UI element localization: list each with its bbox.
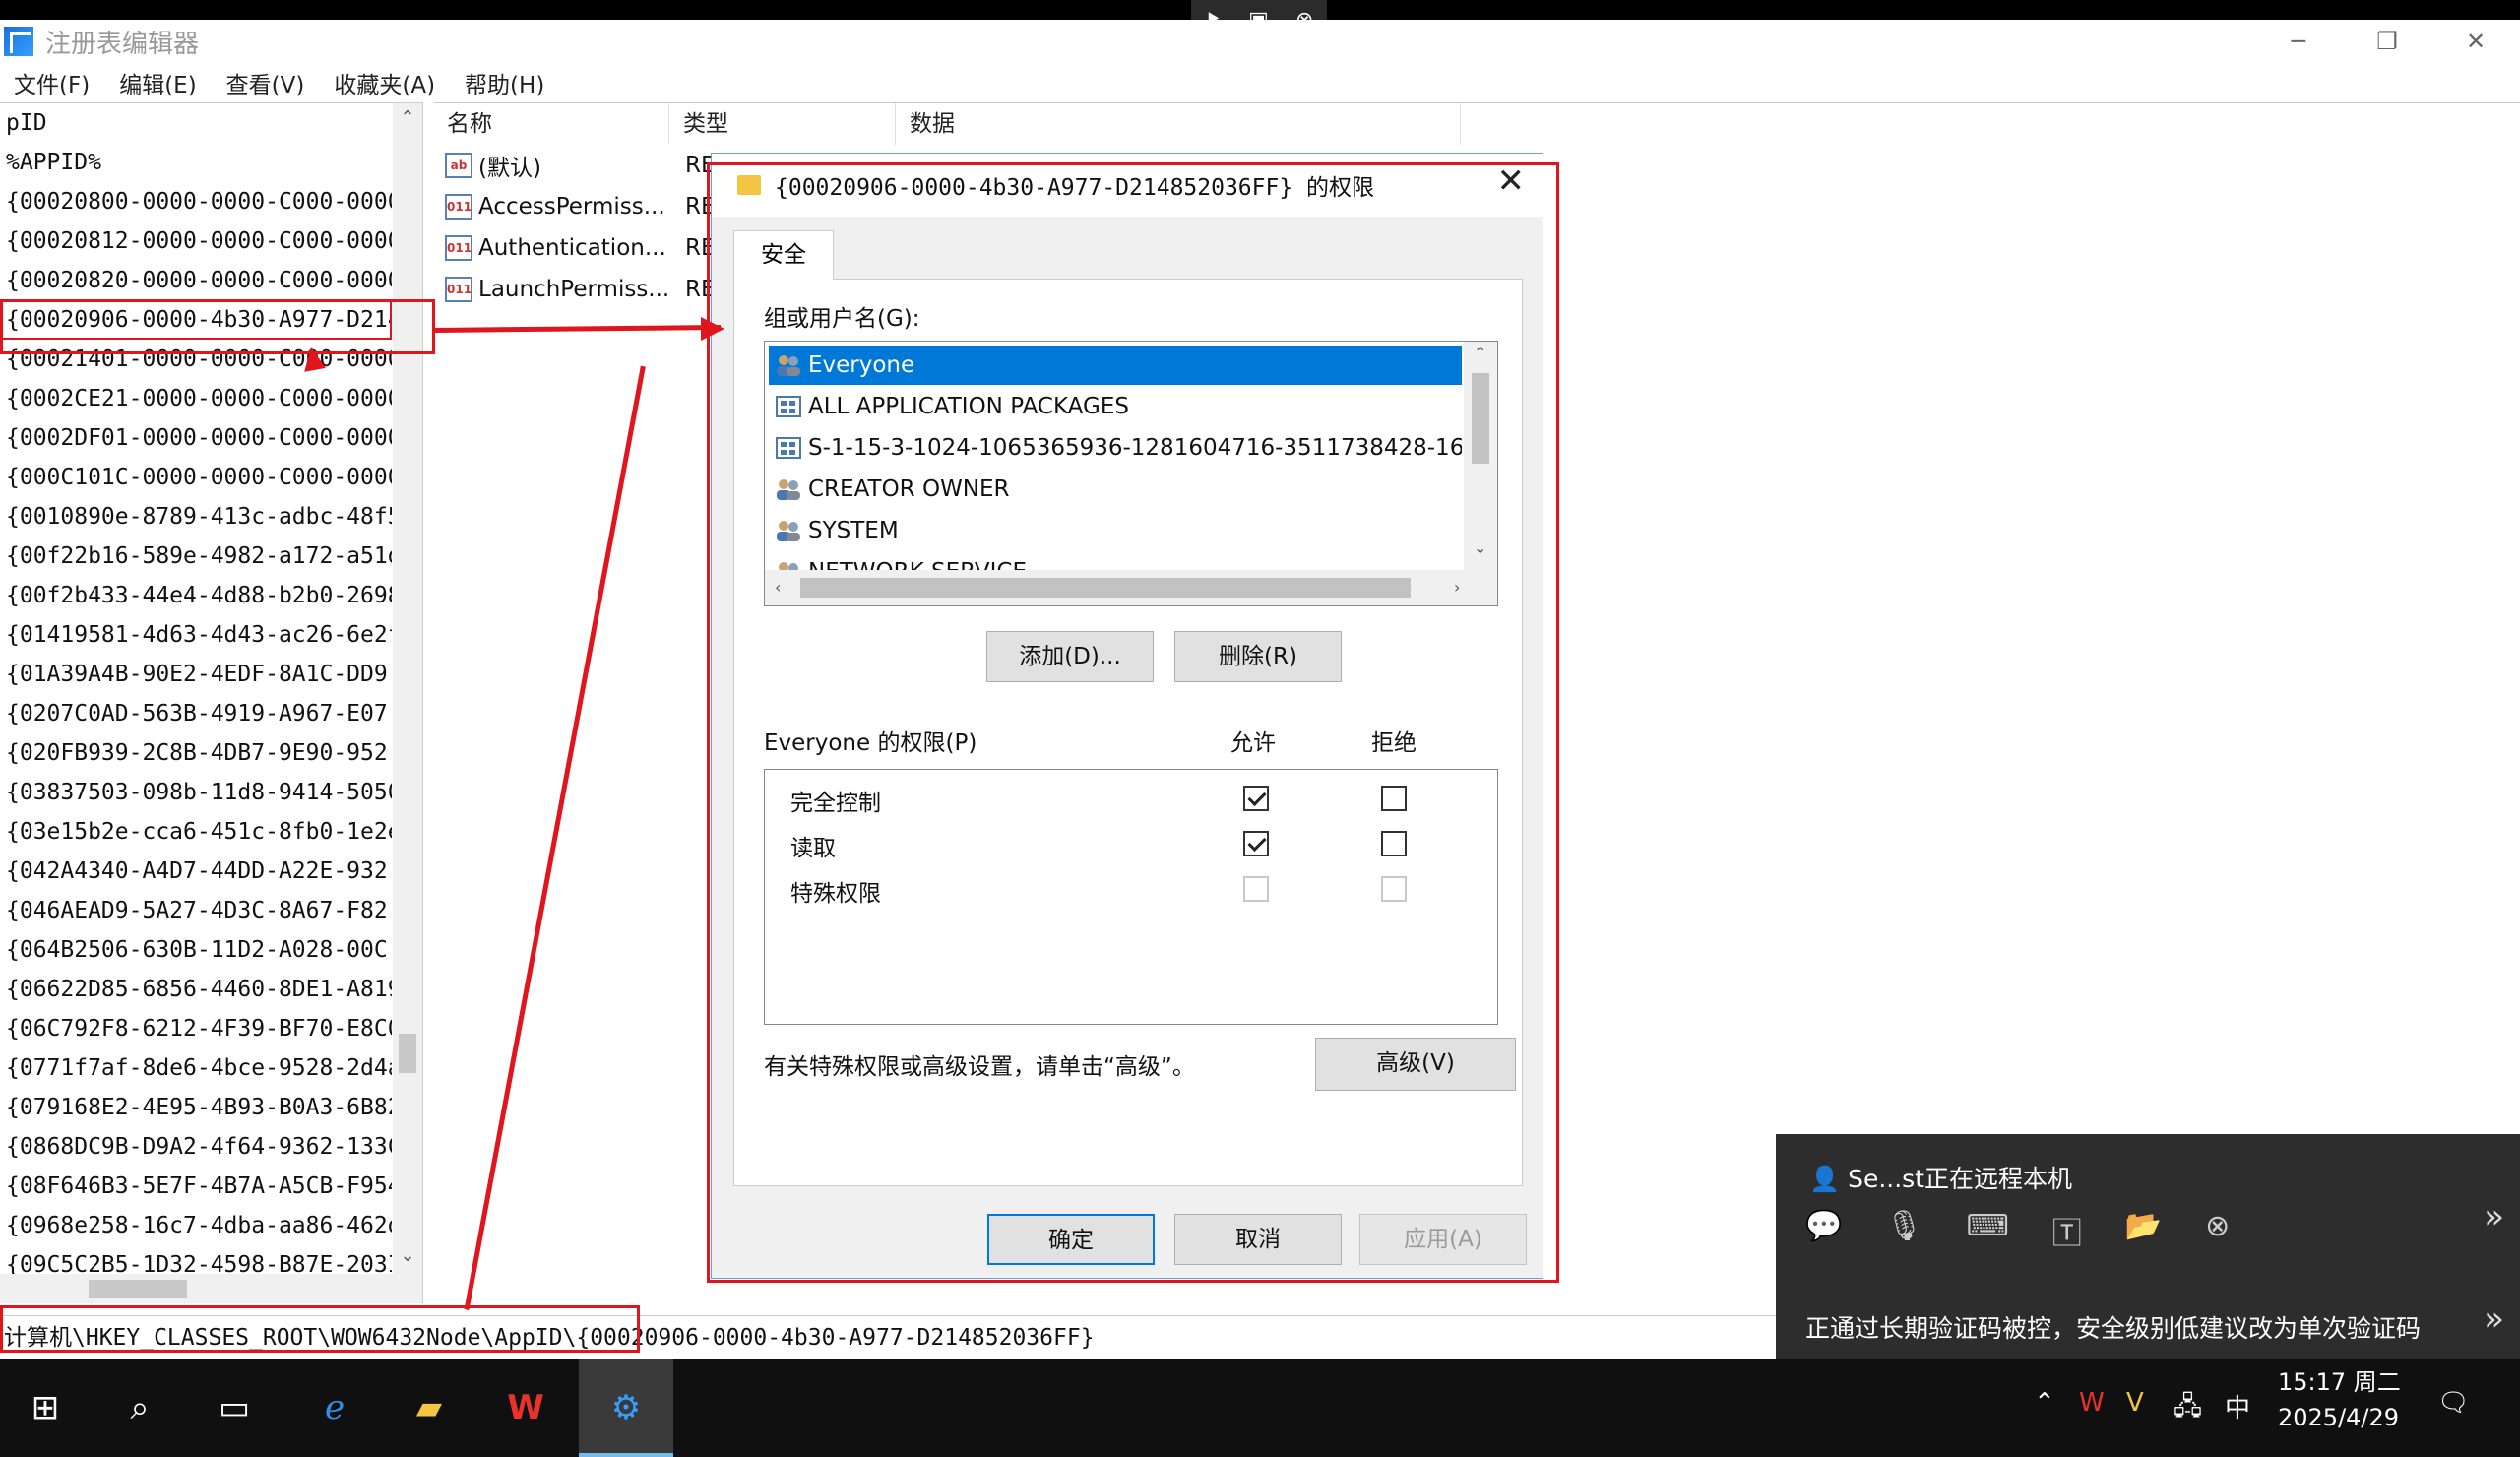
tree-item[interactable]: {064B2506-630B-11D2-A028-00C: [0, 930, 392, 970]
remote-user-label: 👤 Se...st正在远程本机: [1809, 1160, 2072, 1195]
regedit-taskbar-icon[interactable]: ⚙: [600, 1382, 652, 1433]
value-name: LaunchPermiss...: [478, 277, 670, 302]
notification-center-icon[interactable]: 🗨: [2437, 1388, 2470, 1418]
expand-icon[interactable]: »: [2484, 1299, 2504, 1339]
scroll-up-icon[interactable]: ⌃: [393, 107, 422, 128]
binary-value-icon: 011: [445, 194, 472, 220]
menu-favorites[interactable]: 收藏夹(A): [334, 66, 435, 99]
tree-item[interactable]: {06622D85-6856-4460-8DE1-A819: [0, 970, 392, 1009]
annotation-box-selected-key: [0, 299, 435, 354]
tree-item[interactable]: {0002DF01-0000-0000-C000-0000: [0, 418, 392, 458]
taskbar: ⊞ ⌕ ▭ ℯ ▰ W ⚙ ⌃ W V 🖧 中 15:17 周二 2025/4/…: [0, 1359, 2520, 1457]
remote-user-text: Se...st正在远程本机: [1848, 1165, 2072, 1193]
tree-item[interactable]: {00020820-0000-0000-C000-0000: [0, 261, 392, 300]
tree-item[interactable]: {06C792F8-6212-4F39-BF70-E8C0: [0, 1009, 392, 1048]
close-button[interactable]: ✕: [2431, 20, 2520, 63]
list-header: 名称 类型 数据: [433, 103, 1461, 145]
binary-value-icon: 011: [445, 277, 472, 302]
tree-item[interactable]: {08F646B3-5E7F-4B7A-A5CB-F954: [0, 1167, 392, 1206]
minimize-button[interactable]: ─: [2254, 20, 2343, 63]
windows-start-icon[interactable]: ⊞: [20, 1382, 71, 1433]
annotation-arrowhead: [300, 345, 326, 372]
value-name: Authentication...: [478, 235, 666, 261]
tree-item[interactable]: {01A39A4B-90E2-4EDF-8A1C-DD9: [0, 655, 392, 694]
tree-header[interactable]: pID: [0, 103, 392, 143]
tree-item[interactable]: {000C101C-0000-0000-C000-0000: [0, 458, 392, 497]
tree-item[interactable]: {0968e258-16c7-4dba-aa86-462d: [0, 1206, 392, 1245]
tree-item[interactable]: {0868DC9B-D9A2-4f64-9362-133C: [0, 1127, 392, 1167]
scroll-thumb[interactable]: [399, 1034, 416, 1073]
tray-expand-icon[interactable]: ⌃: [2034, 1388, 2055, 1418]
microphone-icon[interactable]: 🎙: [1885, 1209, 1922, 1252]
tree-item[interactable]: %APPID%: [0, 143, 392, 182]
tree-item[interactable]: {00f22b16-589e-4982-a172-a51d: [0, 537, 392, 576]
tree-item[interactable]: {0010890e-8789-413c-adbc-48f5t: [0, 497, 392, 537]
expand-icon[interactable]: »: [2484, 1197, 2504, 1236]
menu-view[interactable]: 查看(V): [226, 66, 305, 99]
tree-item[interactable]: {079168E2-4E95-4B93-B0A3-6B82: [0, 1088, 392, 1127]
scroll-down-icon[interactable]: ⌄: [393, 1245, 422, 1266]
tree-item[interactable]: {020FB939-2C8B-4DB7-9E90-952: [0, 733, 392, 773]
value-name: AccessPermiss...: [478, 194, 665, 220]
task-view-icon[interactable]: ▭: [209, 1382, 260, 1433]
tree-item[interactable]: {046AEAD9-5A27-4D3C-8A67-F82: [0, 891, 392, 930]
tree-item[interactable]: {0002CE21-0000-0000-C000-0000: [0, 379, 392, 418]
date-text: 2025/4/29: [2278, 1404, 2400, 1431]
list-row[interactable]: 011 AccessPermiss... RE: [433, 186, 716, 227]
file-explorer-icon[interactable]: ▰: [404, 1382, 455, 1433]
annotation-arrowhead: [701, 317, 724, 341]
tree-item[interactable]: {042A4340-A4D7-44DD-A22E-932: [0, 852, 392, 891]
end-session-icon[interactable]: ⊗: [2205, 1209, 2230, 1252]
annotation-box-dialog: [707, 162, 1559, 1283]
ie-browser-icon[interactable]: ℯ: [309, 1382, 360, 1433]
tree-item[interactable]: {00f2b433-44e4-4d88-b2b0-2698: [0, 576, 392, 615]
menu-help[interactable]: 帮助(H): [465, 66, 544, 99]
menu-file[interactable]: 文件(F): [14, 66, 90, 99]
maximize-button[interactable]: ❐: [2343, 20, 2431, 63]
column-type[interactable]: 类型: [669, 103, 896, 145]
string-value-icon: ab: [445, 153, 472, 178]
tree-horizontal-scrollbar[interactable]: [0, 1274, 422, 1303]
list-row[interactable]: 011 Authentication... RE: [433, 227, 716, 269]
security-warning: 正通过长期验证码被控，安全级别低建议改为单次验证码: [1805, 1314, 2422, 1343]
time-text: 15:17 周二: [2278, 1368, 2401, 1396]
user-icon: 👤: [1809, 1165, 1849, 1193]
annotation-box-path: [0, 1305, 640, 1353]
tree-item[interactable]: {03837503-098b-11d8-9414-5050: [0, 773, 392, 812]
menu-edit[interactable]: 编辑(E): [119, 66, 196, 99]
wps-icon[interactable]: W: [500, 1382, 551, 1433]
binary-value-icon: 011: [445, 235, 472, 261]
tree-vertical-scrollbar[interactable]: ⌃ ⌄: [393, 103, 422, 1275]
network-icon[interactable]: 🖧: [2174, 1388, 2202, 1431]
remote-session-panel: 👤 Se...st正在远程本机 💬 🎙 ⌨ 🅃 📂 ⊗ » 正通过长期验证码被控…: [1776, 1134, 2520, 1359]
scroll-thumb[interactable]: [89, 1280, 187, 1298]
remote-tray-icon[interactable]: V: [2126, 1388, 2144, 1418]
title-bar: 注册表编辑器 ─ ❐ ✕: [0, 20, 2520, 63]
keyboard-icon[interactable]: ⌨: [1966, 1209, 2008, 1252]
tree-item[interactable]: {01419581-4d63-4d43-ac26-6e2f: [0, 615, 392, 655]
list-row[interactable]: ab (默认) RE: [433, 145, 716, 186]
text-icon[interactable]: 🅃: [2052, 1209, 2082, 1252]
wps-tray-icon[interactable]: W: [2079, 1388, 2105, 1418]
tree-item[interactable]: {00020812-0000-0000-C000-0000: [0, 222, 392, 261]
menu-bar: 文件(F) 编辑(E) 查看(V) 收藏夹(A) 帮助(H): [0, 63, 2520, 102]
file-transfer-icon[interactable]: 📂: [2125, 1209, 2162, 1252]
chat-icon[interactable]: 💬: [1805, 1209, 1842, 1252]
search-icon[interactable]: ⌕: [114, 1382, 165, 1433]
tree-item[interactable]: {0771f7af-8de6-4bce-9528-2d4a1: [0, 1048, 392, 1088]
clock[interactable]: 15:17 周二 2025/4/29: [2278, 1364, 2401, 1435]
ime-indicator[interactable]: 中: [2225, 1388, 2250, 1425]
list-row[interactable]: 011 LaunchPermiss... RE: [433, 269, 716, 310]
tree-item[interactable]: {0207C0AD-563B-4919-A967-E07: [0, 694, 392, 733]
window-title: 注册表编辑器: [45, 29, 200, 59]
value-name: (默认): [478, 156, 541, 181]
regedit-app-icon: [4, 27, 33, 56]
column-data[interactable]: 数据: [896, 103, 1461, 145]
column-name[interactable]: 名称: [433, 103, 669, 145]
key-tree: pID %APPID% {00020800-0000-0000-C000-0000{…: [0, 102, 423, 1303]
tab-security[interactable]: 安全: [733, 230, 834, 280]
tree-item[interactable]: {00020800-0000-0000-C000-0000: [0, 182, 392, 222]
tree-item[interactable]: {03e15b2e-cca6-451c-8fb0-1e2ee: [0, 812, 392, 852]
